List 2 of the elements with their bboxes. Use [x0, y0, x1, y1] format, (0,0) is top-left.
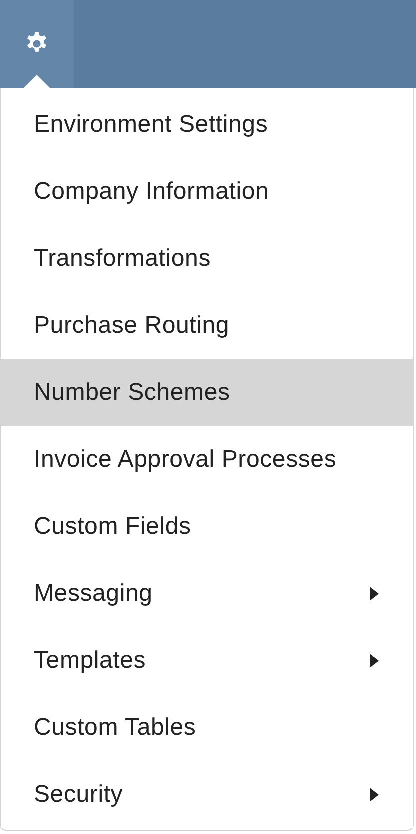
settings-button[interactable]	[0, 0, 74, 88]
menu-item[interactable]: Number Schemes	[1, 359, 413, 426]
